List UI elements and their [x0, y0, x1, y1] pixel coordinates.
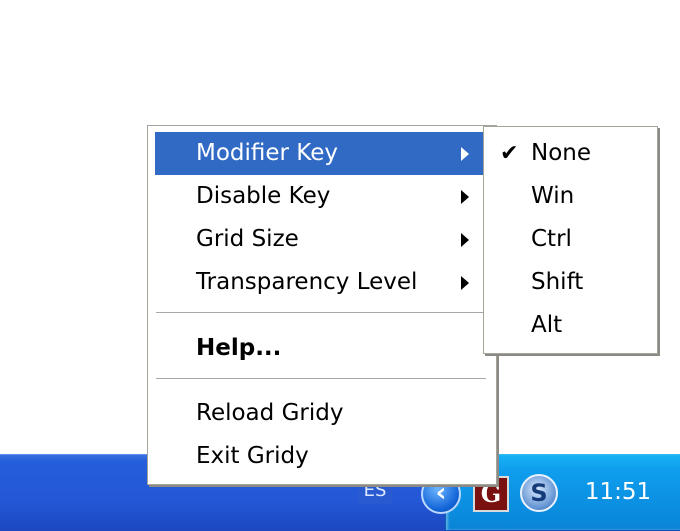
- menu-item-transparency-level[interactable]: Transparency Level: [155, 261, 485, 304]
- menu-item-label: Modifier Key: [196, 140, 339, 166]
- menu-item-label: Transparency Level: [196, 269, 418, 295]
- menu-separator: [156, 378, 486, 380]
- submenu-item-none[interactable]: ✔ None: [489, 132, 649, 175]
- menu-item-grid-size[interactable]: Grid Size: [155, 218, 485, 261]
- menu-item-label: Grid Size: [196, 226, 299, 252]
- menu-item-exit-gridy[interactable]: Exit Gridy: [155, 435, 485, 478]
- submenu-arrow-icon: [461, 190, 469, 204]
- menu-item-help[interactable]: Help...: [155, 327, 485, 370]
- modifier-key-submenu: ✔ None Win Ctrl Shift Alt: [483, 126, 658, 354]
- submenu-item-ctrl[interactable]: Ctrl: [489, 218, 649, 261]
- submenu-item-label: Ctrl: [531, 226, 572, 252]
- menu-item-modifier-key[interactable]: Modifier Key: [155, 132, 485, 175]
- submenu-arrow-icon: [461, 147, 469, 161]
- menu-item-label: Disable Key: [196, 183, 331, 209]
- submenu-arrow-icon: [461, 233, 469, 247]
- submenu-item-alt[interactable]: Alt: [489, 304, 649, 347]
- menu-item-reload-gridy[interactable]: Reload Gridy: [155, 392, 485, 435]
- submenu-item-shift[interactable]: Shift: [489, 261, 649, 304]
- submenu-item-label: Shift: [531, 269, 584, 295]
- submenu-item-label: Win: [531, 183, 575, 209]
- submenu-item-label: None: [531, 140, 592, 166]
- sync-tray-icon[interactable]: S: [520, 474, 558, 512]
- checkmark-icon: ✔: [500, 141, 519, 166]
- submenu-item-label: Alt: [531, 312, 563, 338]
- menu-item-label: Exit Gridy: [196, 443, 309, 469]
- menu-separator: [156, 312, 486, 314]
- submenu-item-win[interactable]: Win: [489, 175, 649, 218]
- submenu-arrow-icon: [461, 276, 469, 290]
- gridy-context-menu: Modifier Key Disable Key Grid Size Trans…: [147, 125, 497, 485]
- menu-item-disable-key[interactable]: Disable Key: [155, 175, 485, 218]
- taskbar-clock[interactable]: 11:51: [568, 476, 668, 508]
- menu-item-label: Reload Gridy: [196, 400, 344, 426]
- menu-item-label: Help...: [196, 335, 282, 361]
